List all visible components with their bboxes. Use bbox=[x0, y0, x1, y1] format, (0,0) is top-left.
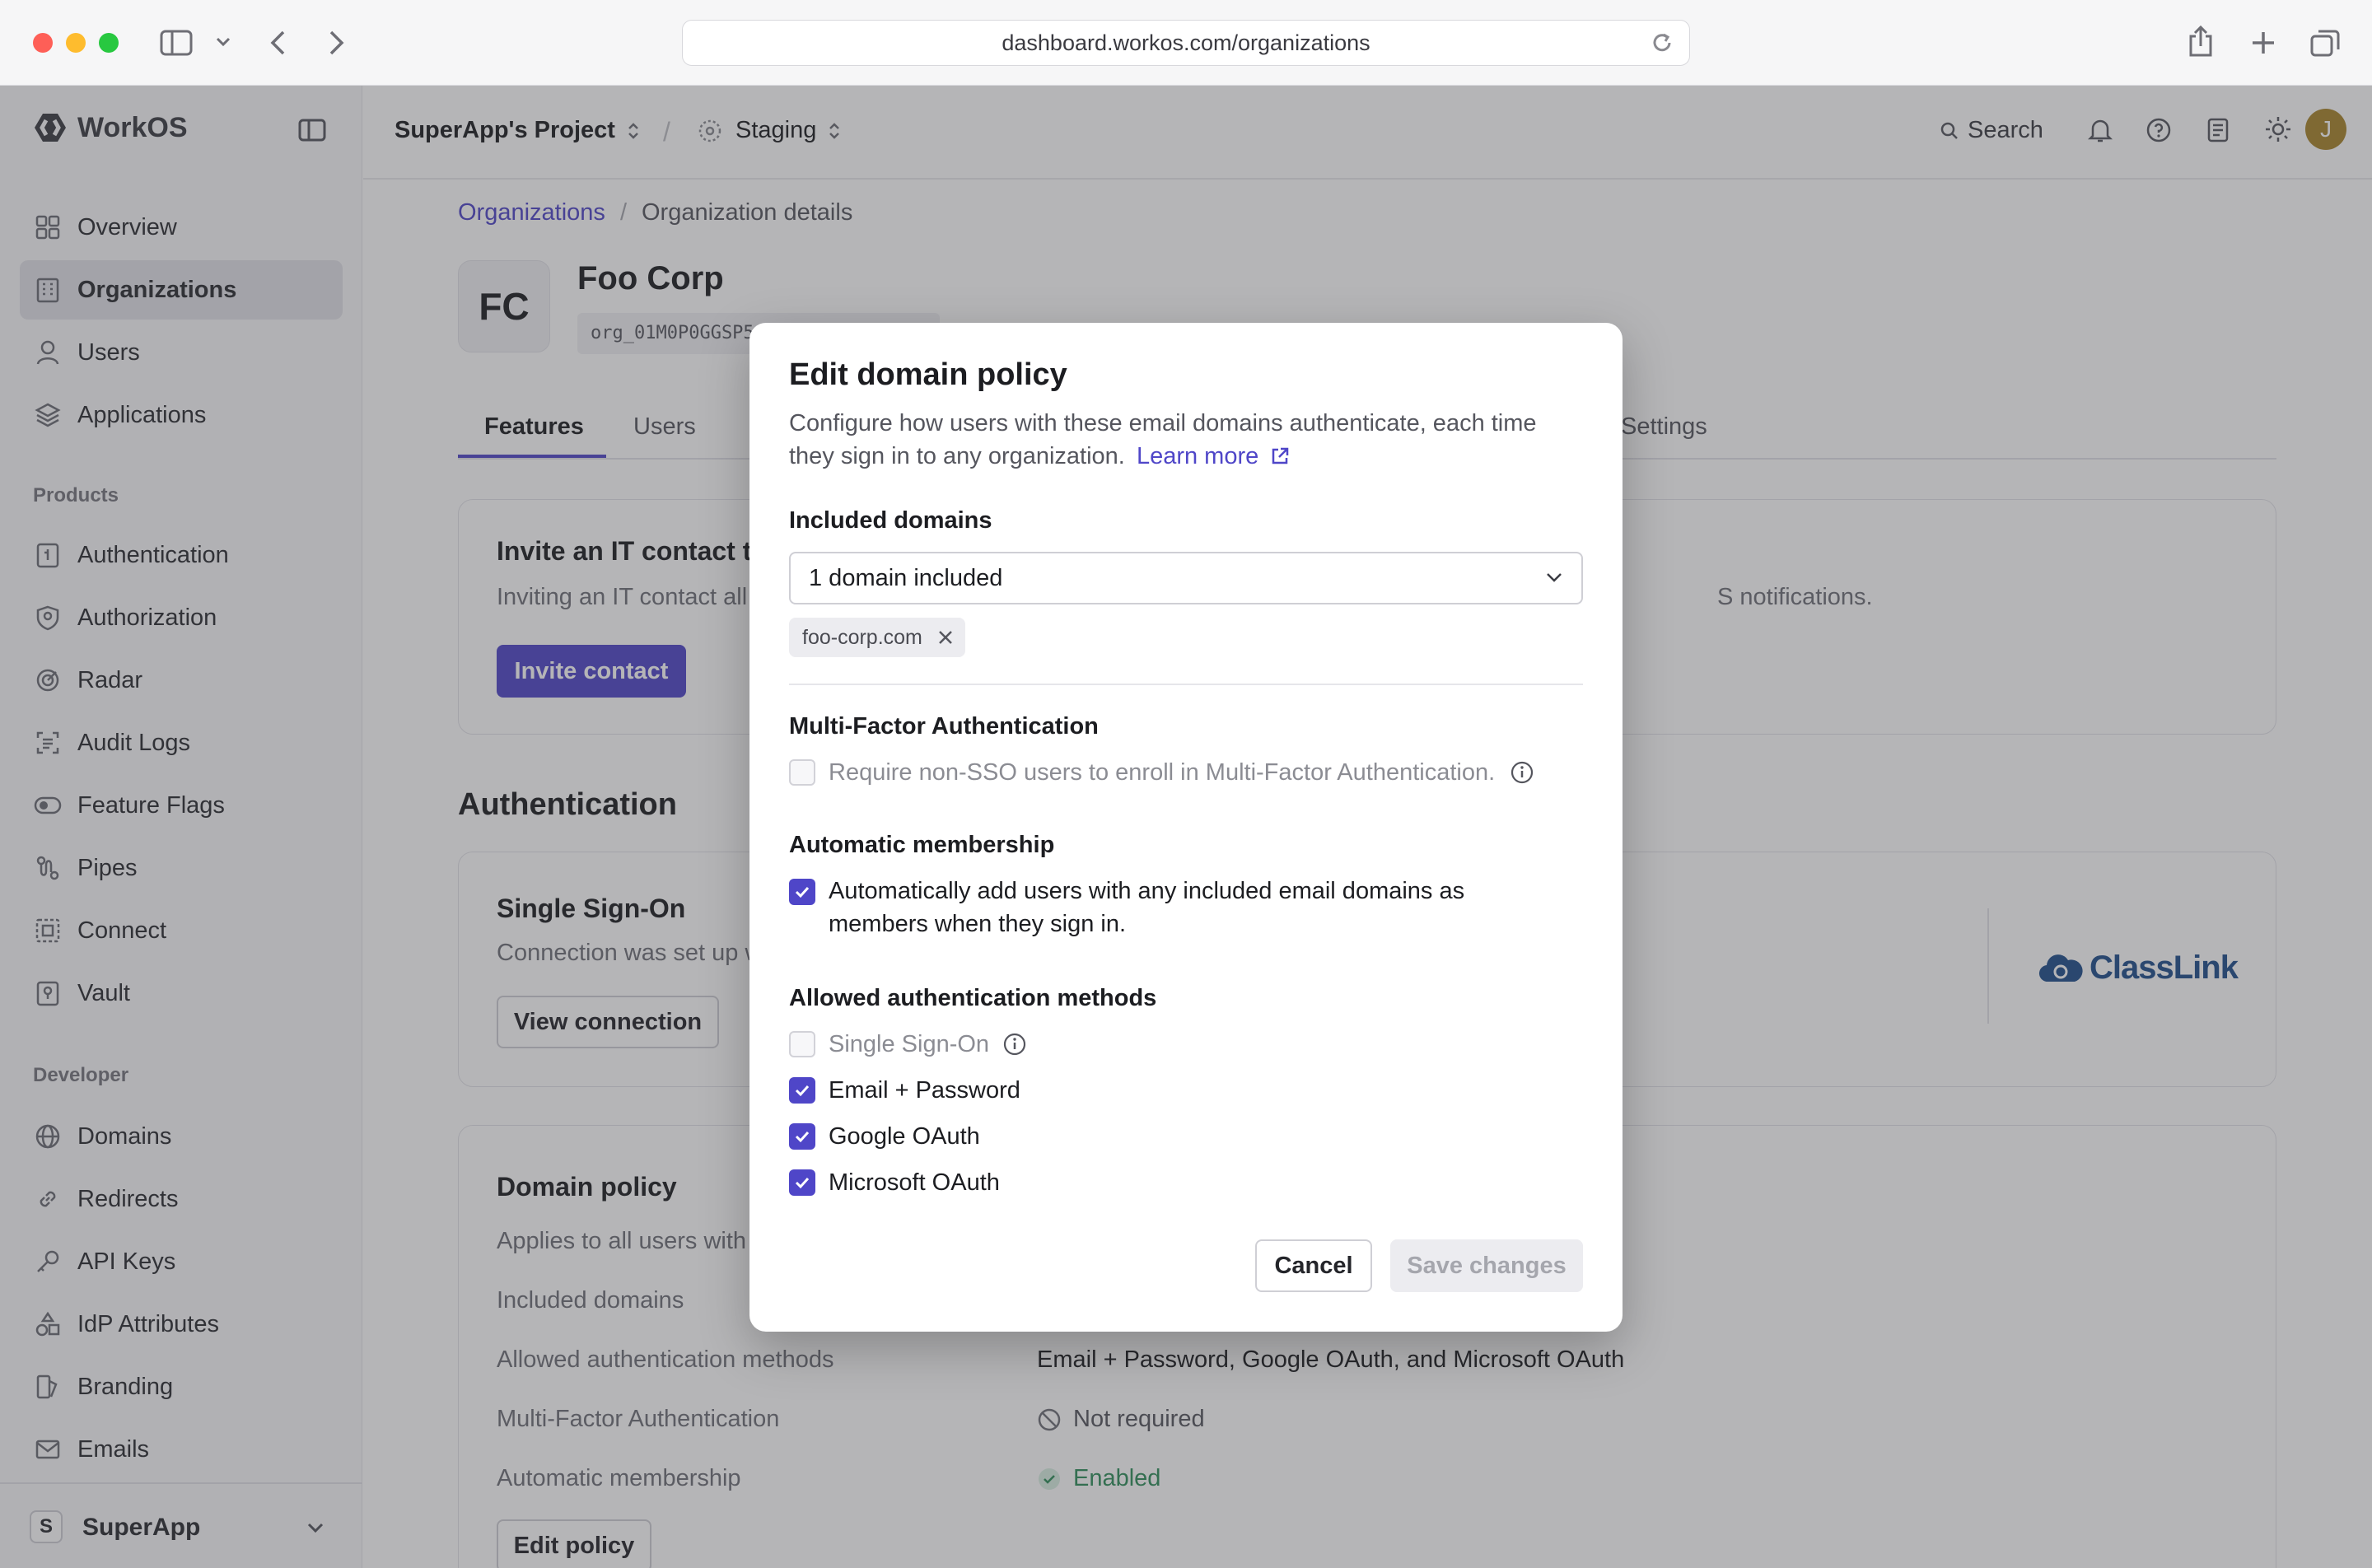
close-window-button[interactable] bbox=[33, 33, 53, 53]
dialog-divider bbox=[789, 684, 1583, 685]
membership-checkbox[interactable] bbox=[789, 879, 815, 905]
method-label-google-oauth: Google OAuth bbox=[829, 1123, 980, 1150]
domain-chip-label: foo-corp.com bbox=[802, 626, 922, 649]
url-text: dashboard.workos.com/organizations bbox=[1002, 30, 1370, 55]
forward-arrow-icon[interactable] bbox=[326, 30, 346, 56]
new-tab-icon[interactable] bbox=[2250, 30, 2276, 56]
method-checkbox-sso[interactable] bbox=[789, 1031, 815, 1057]
minimize-window-button[interactable] bbox=[66, 33, 86, 53]
chevron-down-icon bbox=[1545, 572, 1563, 583]
info-icon[interactable] bbox=[1002, 1032, 1027, 1057]
membership-option-label: Automatically add users with any include… bbox=[829, 878, 1465, 937]
info-icon[interactable] bbox=[1510, 760, 1534, 785]
dialog-description: Configure how users with these email dom… bbox=[789, 407, 1580, 473]
remove-domain-icon[interactable] bbox=[937, 629, 954, 646]
method-checkbox-google-oauth[interactable] bbox=[789, 1123, 815, 1150]
included-domains-label: Included domains bbox=[789, 507, 992, 534]
mfa-checkbox[interactable] bbox=[789, 759, 815, 786]
method-checkbox-email-password[interactable] bbox=[789, 1077, 815, 1104]
address-bar[interactable]: dashboard.workos.com/organizations bbox=[682, 20, 1690, 66]
zoom-window-button[interactable] bbox=[99, 33, 119, 53]
method-checkbox-microsoft-oauth[interactable] bbox=[789, 1169, 815, 1196]
method-label-email-password: Email + Password bbox=[829, 1077, 1020, 1104]
methods-section-label: Allowed authentication methods bbox=[789, 985, 1157, 1011]
mfa-section-label: Multi-Factor Authentication bbox=[789, 713, 1099, 740]
method-label-sso: Single Sign-On bbox=[829, 1028, 1027, 1061]
chevron-down-icon[interactable] bbox=[216, 36, 231, 48]
membership-section-label: Automatic membership bbox=[789, 832, 1055, 858]
cancel-button[interactable]: Cancel bbox=[1255, 1239, 1372, 1292]
included-domains-value: 1 domain included bbox=[809, 565, 1003, 591]
share-icon[interactable] bbox=[2188, 25, 2214, 58]
mfa-option-text: Require non-SSO users to enroll in Multi… bbox=[829, 759, 1496, 786]
learn-more-label: Learn more bbox=[1136, 443, 1259, 469]
method-label-microsoft-oauth: Microsoft OAuth bbox=[829, 1169, 1000, 1196]
reload-icon[interactable] bbox=[1650, 30, 1674, 55]
included-domains-select[interactable]: 1 domain included bbox=[789, 552, 1583, 604]
learn-more-link[interactable]: Learn more bbox=[1137, 443, 1290, 469]
method-label-text: Single Sign-On bbox=[829, 1031, 990, 1057]
dialog-title: Edit domain policy bbox=[789, 357, 1067, 392]
external-link-icon bbox=[1270, 446, 1290, 466]
tab-overview-icon[interactable] bbox=[2309, 28, 2341, 58]
browser-chrome: dashboard.workos.com/organizations bbox=[0, 0, 2372, 86]
domain-chip: foo-corp.com bbox=[789, 618, 965, 657]
sidebar-toggle-icon[interactable] bbox=[160, 30, 193, 56]
save-changes-button[interactable]: Save changes bbox=[1390, 1239, 1583, 1292]
mfa-option-label: Require non-SSO users to enroll in Multi… bbox=[829, 756, 1534, 789]
back-arrow-icon[interactable] bbox=[268, 30, 288, 56]
edit-domain-policy-dialog: Edit domain policy Configure how users w… bbox=[749, 323, 1623, 1332]
